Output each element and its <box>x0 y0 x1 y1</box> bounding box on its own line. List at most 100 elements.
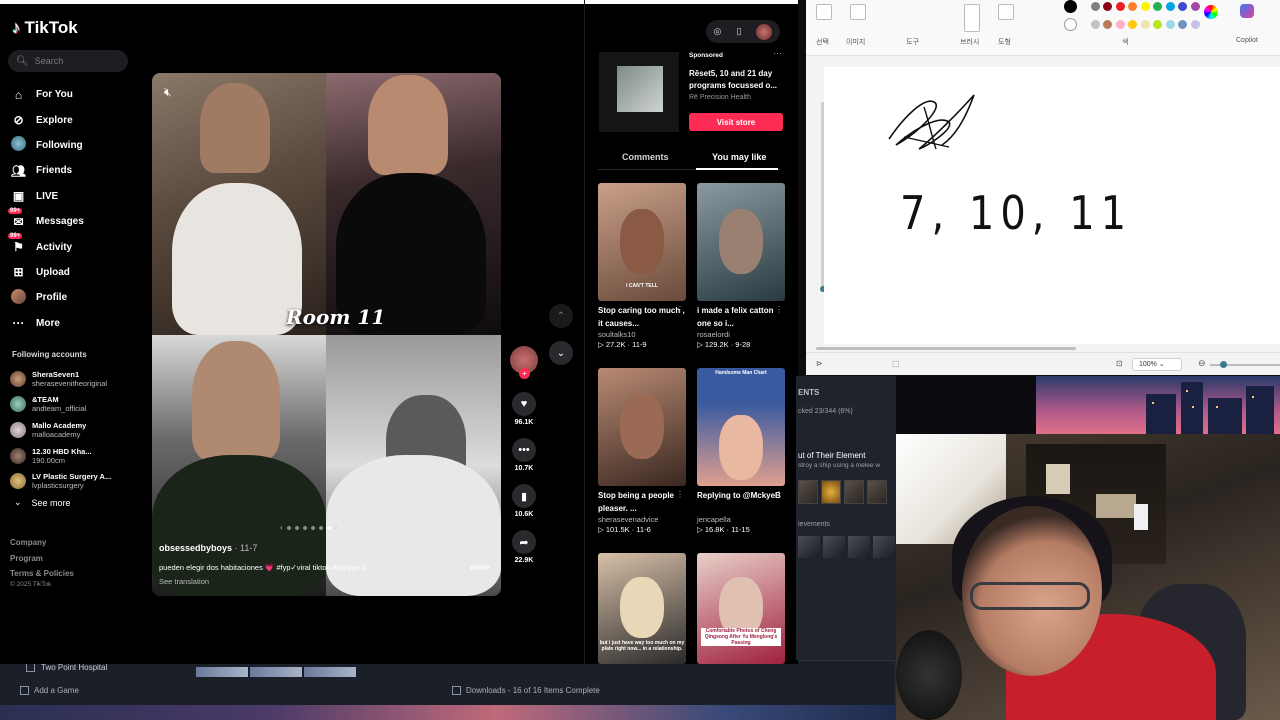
following-account[interactable]: LV Plastic Surgery A... lvplasticsurgery <box>10 468 140 494</box>
top-right-toolbar: ◎ ▯ <box>706 20 780 43</box>
video-card[interactable]: Handsome Man Chart ⋮ Replying to @MckyeB… <box>697 368 785 534</box>
sidebar-item-upload[interactable]: ⊞ Upload <box>10 260 140 285</box>
profile-avatar[interactable] <box>756 23 773 40</box>
panel-divider <box>584 0 585 664</box>
achievement-title: ut of Their Element <box>798 451 866 460</box>
shapes-icon[interactable] <box>998 4 1014 20</box>
image-icon[interactable] <box>850 4 866 20</box>
thumb-text: Handsome Man Chart <box>715 370 767 376</box>
video-card[interactable]: I CAN'T TELL ⋮ Stop caring too much , it… <box>598 183 686 349</box>
zoom-out-icon[interactable]: ⊖ <box>1198 358 1206 369</box>
follow-plus-icon[interactable]: + <box>519 368 530 379</box>
footer-link-company[interactable]: Company <box>10 535 74 551</box>
more-icon[interactable]: ··· <box>773 48 782 58</box>
steam-game-row[interactable]: Two Point Hospital <box>26 663 107 672</box>
color-swatch[interactable] <box>1090 2 1100 11</box>
sidebar-item-profile[interactable]: Profile <box>10 285 140 310</box>
previous-video-button[interactable]: ⌃ <box>549 304 573 328</box>
sponsored-label: Sponsored <box>689 52 723 59</box>
video-author[interactable]: obsessedbyboys · 11-7 <box>159 543 257 553</box>
nav-label: Friends <box>36 165 73 177</box>
video-card[interactable]: but i just have way too much on my plate… <box>598 553 686 664</box>
color-swatch[interactable] <box>1064 0 1077 13</box>
coin-icon[interactable]: ◎ <box>714 26 722 37</box>
color-swatch[interactable] <box>1103 20 1112 29</box>
tiktok-logo[interactable]: ♪ TikTok <box>12 18 78 38</box>
creator-avatar[interactable]: + <box>510 346 538 379</box>
caption-more-button[interactable]: more <box>470 563 490 572</box>
share-button[interactable]: ➦ 22.9K <box>508 530 540 564</box>
see-translation-link[interactable]: See translation <box>159 577 209 586</box>
zoom-select[interactable]: 100% ⌄ <box>1132 358 1182 371</box>
sidebar-item-more[interactable]: ··· More <box>10 311 140 336</box>
search-input[interactable]: 🔍︎ Search <box>8 50 128 72</box>
nav-label: LIVE <box>36 190 59 202</box>
next-video-button[interactable]: ⌄ <box>549 341 573 365</box>
see-more-button[interactable]: ⌄ See more <box>14 497 71 508</box>
color-swatch[interactable] <box>1140 20 1150 29</box>
color-swatch[interactable] <box>1165 2 1175 11</box>
more-icon[interactable]: ⋮ <box>775 490 783 499</box>
color-swatch[interactable] <box>1115 20 1125 29</box>
zoom-slider-thumb[interactable] <box>1220 361 1227 368</box>
mute-icon[interactable]: 🔇︎ <box>164 85 172 100</box>
color-swatch[interactable] <box>1153 20 1162 29</box>
video-card[interactable]: Comfortable Photos of Cheng Qingsong Aft… <box>697 553 785 664</box>
color-swatch[interactable] <box>1140 2 1150 11</box>
color-swatch[interactable] <box>1103 2 1112 11</box>
color-swatch[interactable] <box>1165 20 1175 29</box>
color-swatch[interactable] <box>1064 18 1077 31</box>
brush-icon[interactable] <box>964 4 980 32</box>
select-icon[interactable] <box>816 4 832 20</box>
tab-comments[interactable]: Comments <box>622 152 669 162</box>
color-swatch[interactable] <box>1178 2 1187 11</box>
sponsored-ad[interactable]: Sponsored ··· Rēset5, 10 and 21 day prog… <box>599 48 785 134</box>
following-account[interactable]: SheraSeven1 sherasevenitheoriginal <box>10 366 140 392</box>
next-icon[interactable]: › <box>335 523 338 532</box>
device-icon[interactable]: ▯ <box>736 26 741 37</box>
following-account[interactable]: &TEAM andteam_official <box>10 392 140 418</box>
color-swatch[interactable] <box>1153 2 1162 11</box>
video-player[interactable]: 🔇︎ Room 11 ‹ › obsessedbyboys · 11-7 pued… <box>152 73 501 596</box>
color-picker-icon[interactable] <box>1204 5 1218 19</box>
horizontal-scrollbar[interactable] <box>816 347 1076 350</box>
footer-link-program[interactable]: Program <box>10 551 74 567</box>
following-account[interactable]: Mallo Academy malloacademy <box>10 417 140 443</box>
sidebar-item-live[interactable]: ▣ LIVE <box>10 184 140 209</box>
carousel-dots[interactable]: ‹ › <box>280 523 337 532</box>
more-icon[interactable]: ⋮ <box>676 305 684 314</box>
more-icon[interactable]: ⋮ <box>775 305 783 314</box>
visit-store-button[interactable]: Visit store <box>689 113 783 131</box>
footer-link-terms[interactable]: Terms & Policies <box>10 566 74 582</box>
sidebar-item-for-you[interactable]: ⌂ For You <box>10 82 140 107</box>
paint-canvas[interactable]: 7, 10, 11 <box>824 67 1280 344</box>
sidebar-item-following[interactable]: Following <box>10 133 140 158</box>
tab-you-may-like[interactable]: You may like <box>712 152 766 162</box>
save-button[interactable]: ▮ 10.6K <box>508 484 540 518</box>
color-swatch[interactable] <box>1115 2 1125 11</box>
sidebar-item-friends[interactable]: 👥︎ Friends <box>10 158 140 183</box>
add-game-button[interactable]: Add a Game <box>20 686 79 695</box>
video-card[interactable]: ⋮ i made a felix catton one so i... rosa… <box>697 183 785 349</box>
color-swatch[interactable] <box>1090 20 1100 29</box>
like-button[interactable]: ♥ 96.1K <box>508 392 540 426</box>
pencil-icon[interactable] <box>888 4 904 20</box>
downloads-status[interactable]: Downloads - 16 of 16 Items Complete <box>452 686 600 695</box>
color-swatch[interactable] <box>1128 20 1137 29</box>
color-swatch[interactable] <box>1190 20 1200 29</box>
live-icon: ▣ <box>12 189 25 204</box>
color-swatch[interactable] <box>1178 20 1187 29</box>
comment-button[interactable]: ••• 10.7K <box>508 438 540 472</box>
sidebar-item-explore[interactable]: ⊘ Explore <box>10 107 140 132</box>
video-card[interactable]: ⋮ Stop being a people pleaser. ... shera… <box>598 368 686 534</box>
prev-icon[interactable]: ‹ <box>280 523 283 532</box>
sidebar-item-activity[interactable]: ⚑ 99+ Activity <box>8 233 140 259</box>
copilot-icon[interactable] <box>1240 4 1254 18</box>
color-swatch[interactable] <box>1190 2 1200 11</box>
color-swatch[interactable] <box>1128 2 1137 11</box>
sidebar-item-messages[interactable]: ✉ 99+ Messages <box>8 207 140 234</box>
fit-icon[interactable]: ⊡ <box>1116 359 1123 368</box>
more-icon[interactable]: ⋮ <box>676 490 684 499</box>
avatar <box>10 396 26 413</box>
following-account[interactable]: 12.30 HBD Kha... 190.00cm <box>10 443 140 469</box>
